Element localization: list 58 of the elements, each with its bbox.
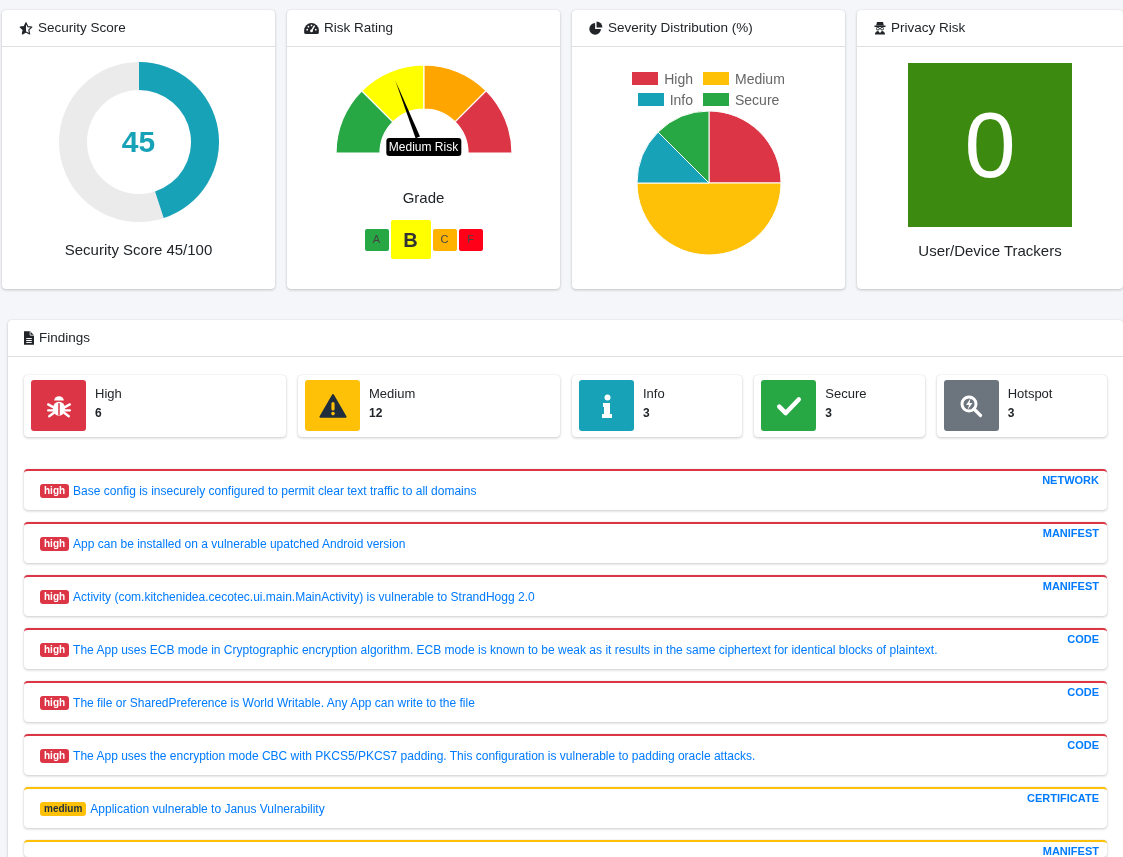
spy-icon	[874, 21, 886, 35]
stat-label: Secure	[825, 386, 867, 402]
legend-label: Medium	[735, 70, 785, 87]
star-icon	[19, 21, 33, 35]
stat-count: 3	[643, 405, 651, 421]
grade-badge: F	[458, 228, 483, 251]
finding-link[interactable]: Application vulnerable to Janus Vulnerability	[90, 802, 325, 816]
finding-link[interactable]: Base config is insecurely configured to permit clear text traffic to all domains	[73, 484, 477, 498]
gauge-segment	[360, 64, 425, 123]
gauge-segment	[422, 64, 487, 123]
category-label: CODE	[1066, 685, 1100, 698]
stat-label: Info	[643, 386, 665, 402]
legend-label: High	[664, 70, 693, 87]
severity-badge: medium	[40, 802, 87, 816]
stat-count: 3	[1007, 405, 1016, 421]
grade-badge: A	[364, 228, 389, 251]
trackers-caption: User/Device Trackers	[918, 242, 1062, 260]
score-caption: Security Score 45/100	[64, 241, 213, 259]
score-value: 45	[121, 125, 156, 159]
card-title: Findings	[39, 330, 91, 346]
category-label: MANIFEST	[1041, 844, 1100, 857]
card-title: Severity Distribution (%)	[608, 20, 753, 36]
gauge-icon	[304, 22, 319, 34]
tracker-count: 0	[908, 63, 1072, 227]
category-label: MANIFEST	[1041, 579, 1100, 592]
finding-link[interactable]: The App uses ECB mode in Cryptographic encryption algorithm. ECB mode is known to be weak as it results in the same ciphertext for identical blocks of plaintext.	[73, 643, 938, 657]
stat-count: 12	[369, 405, 384, 421]
stat-label: High	[95, 386, 122, 402]
grade-badge: B	[390, 220, 431, 259]
finding-link[interactable]: Activity (com.kitchenidea.cecotec.ui.main.MainActivity) is vulnerable to StrandHogg 2.0	[73, 590, 535, 604]
severity-badge: high	[40, 643, 70, 657]
severity-badge: high	[40, 484, 70, 498]
severity-badge: high	[40, 590, 70, 604]
card-title: Privacy Risk	[891, 20, 966, 36]
stat-count: 3	[825, 405, 833, 421]
gauge-label: Medium Risk	[385, 138, 462, 156]
severity-badge: high	[40, 696, 70, 710]
stat-count: 6	[95, 405, 103, 421]
card-title: Risk Rating	[324, 20, 394, 36]
category-label: CODE	[1066, 738, 1100, 751]
grade-badge: C	[432, 228, 457, 251]
legend-label: Secure	[735, 91, 780, 108]
finding-link[interactable]: The file or SharedPreference is World Writable. Any App can write to the file	[73, 696, 475, 710]
category-label: CERTIFICATE	[1026, 791, 1100, 804]
finding-link[interactable]: App can be installed on a vulnerable upatched Android version	[73, 537, 406, 551]
category-label: NETWORK	[1041, 473, 1100, 486]
document-icon	[24, 331, 34, 345]
stat-label: Medium	[369, 386, 416, 402]
severity-badge: high	[40, 749, 70, 763]
severity-badge: high	[40, 537, 70, 551]
category-label: CODE	[1066, 632, 1100, 645]
grade-title: Grade	[402, 189, 445, 207]
category-label: MANIFEST	[1041, 526, 1100, 539]
pie-chart-icon	[589, 21, 603, 35]
legend-label: Info	[669, 91, 693, 108]
finding-link[interactable]: The App uses the encryption mode CBC with PKCS5/PKCS7 padding. This configuration is vulnerable to padding oracle attacks.	[73, 749, 756, 763]
card-title: Security Score	[38, 20, 126, 36]
stat-label: Hotspot	[1007, 386, 1053, 402]
